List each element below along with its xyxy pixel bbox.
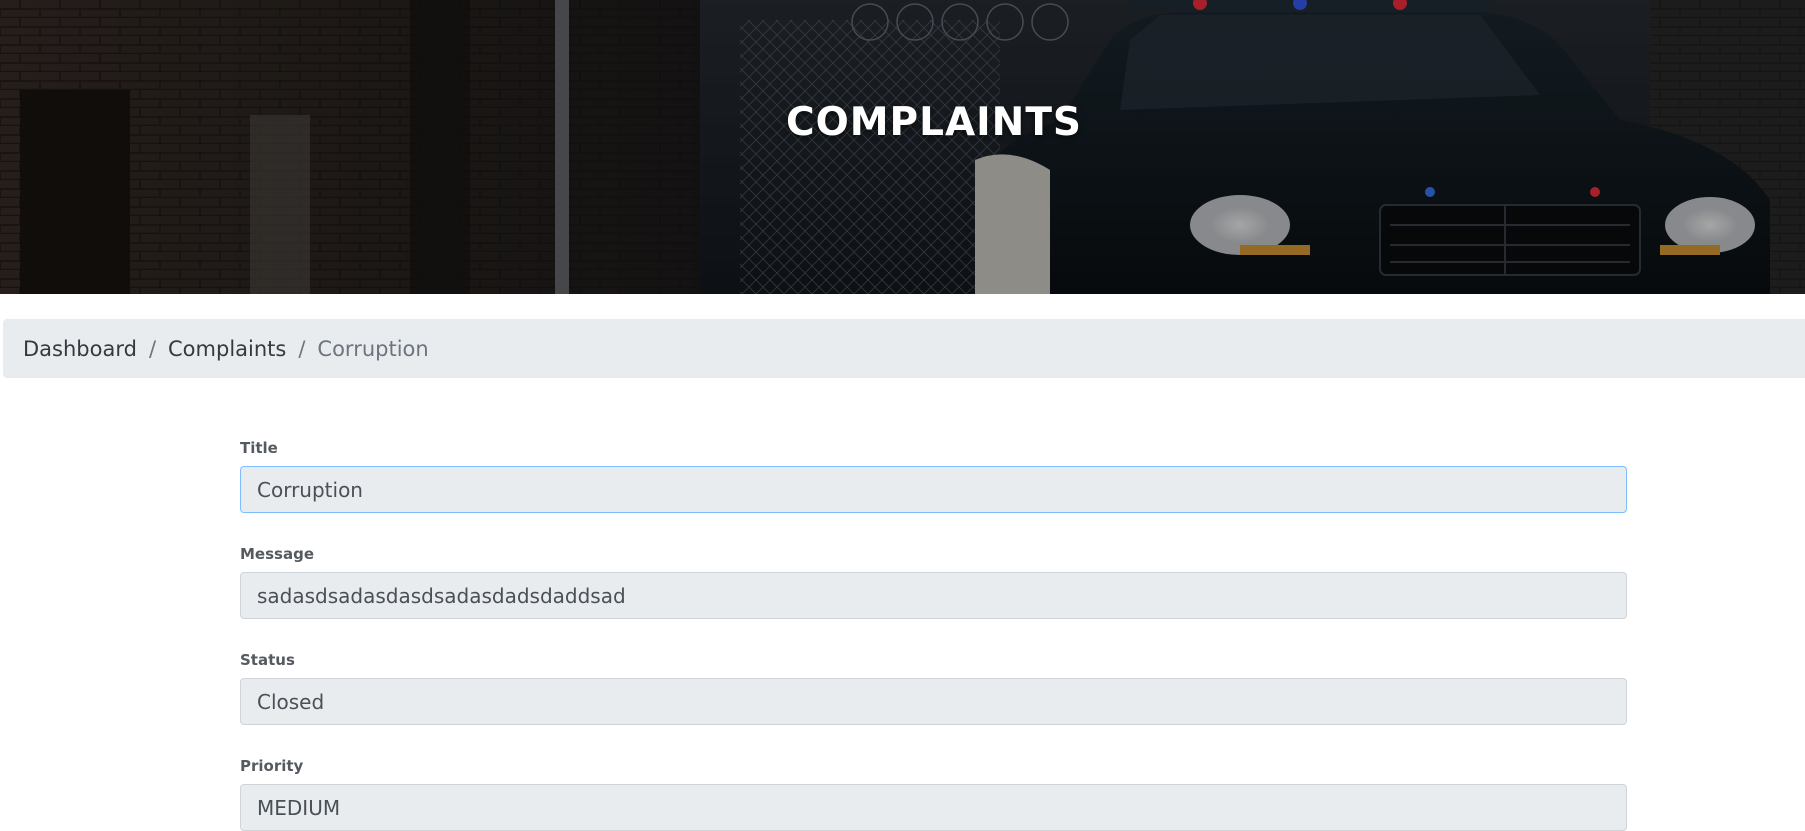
breadcrumb-item-dashboard[interactable]: Dashboard [23, 337, 137, 361]
hero-banner: COMPLAINTS [0, 0, 1805, 294]
message-input[interactable] [240, 572, 1627, 619]
priority-input[interactable] [240, 784, 1627, 831]
hero-background-image [0, 0, 1805, 294]
page-title: COMPLAINTS [785, 100, 1083, 145]
breadcrumb-separator: / [148, 336, 157, 361]
status-field-group: Status [240, 642, 1627, 725]
title-label: Title [240, 439, 278, 457]
status-input[interactable] [240, 678, 1627, 725]
breadcrumb-separator: / [298, 336, 306, 361]
breadcrumb-item-complaints[interactable]: Complaints [168, 337, 286, 361]
priority-field-group: Priority [240, 748, 1627, 831]
message-label: Message [240, 545, 314, 563]
breadcrumb: Dashboard / Complaints / Corruption [3, 319, 1805, 378]
message-field-group: Message [240, 536, 1627, 619]
priority-label: Priority [240, 757, 304, 775]
complaint-form: Title Message Status Priority [240, 430, 1627, 831]
title-field-group: Title [240, 430, 1627, 513]
title-input[interactable] [240, 466, 1627, 513]
breadcrumb-item-current: Corruption [317, 336, 429, 361]
status-label: Status [240, 651, 295, 669]
